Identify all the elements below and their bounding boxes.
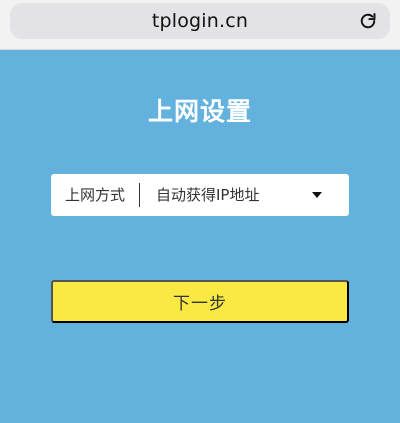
next-button[interactable]: 下一步 — [51, 280, 349, 323]
internet-mode-select[interactable]: 上网方式 自动获得IP地址 — [51, 174, 349, 216]
url-text: tplogin.cn — [151, 10, 249, 32]
page-title: 上网设置 — [147, 97, 252, 126]
reload-icon[interactable] — [358, 11, 378, 31]
url-field[interactable]: tplogin.cn — [10, 3, 390, 39]
internet-mode-value: 自动获得IP地址 — [156, 186, 260, 204]
triangle-down-icon[interactable] — [305, 183, 329, 207]
router-setup-page: 上网设置 上网方式 自动获得IP地址 下一步 — [0, 50, 400, 423]
browser-address-bar: tplogin.cn — [0, 0, 400, 50]
internet-mode-label: 上网方式 — [65, 186, 126, 204]
